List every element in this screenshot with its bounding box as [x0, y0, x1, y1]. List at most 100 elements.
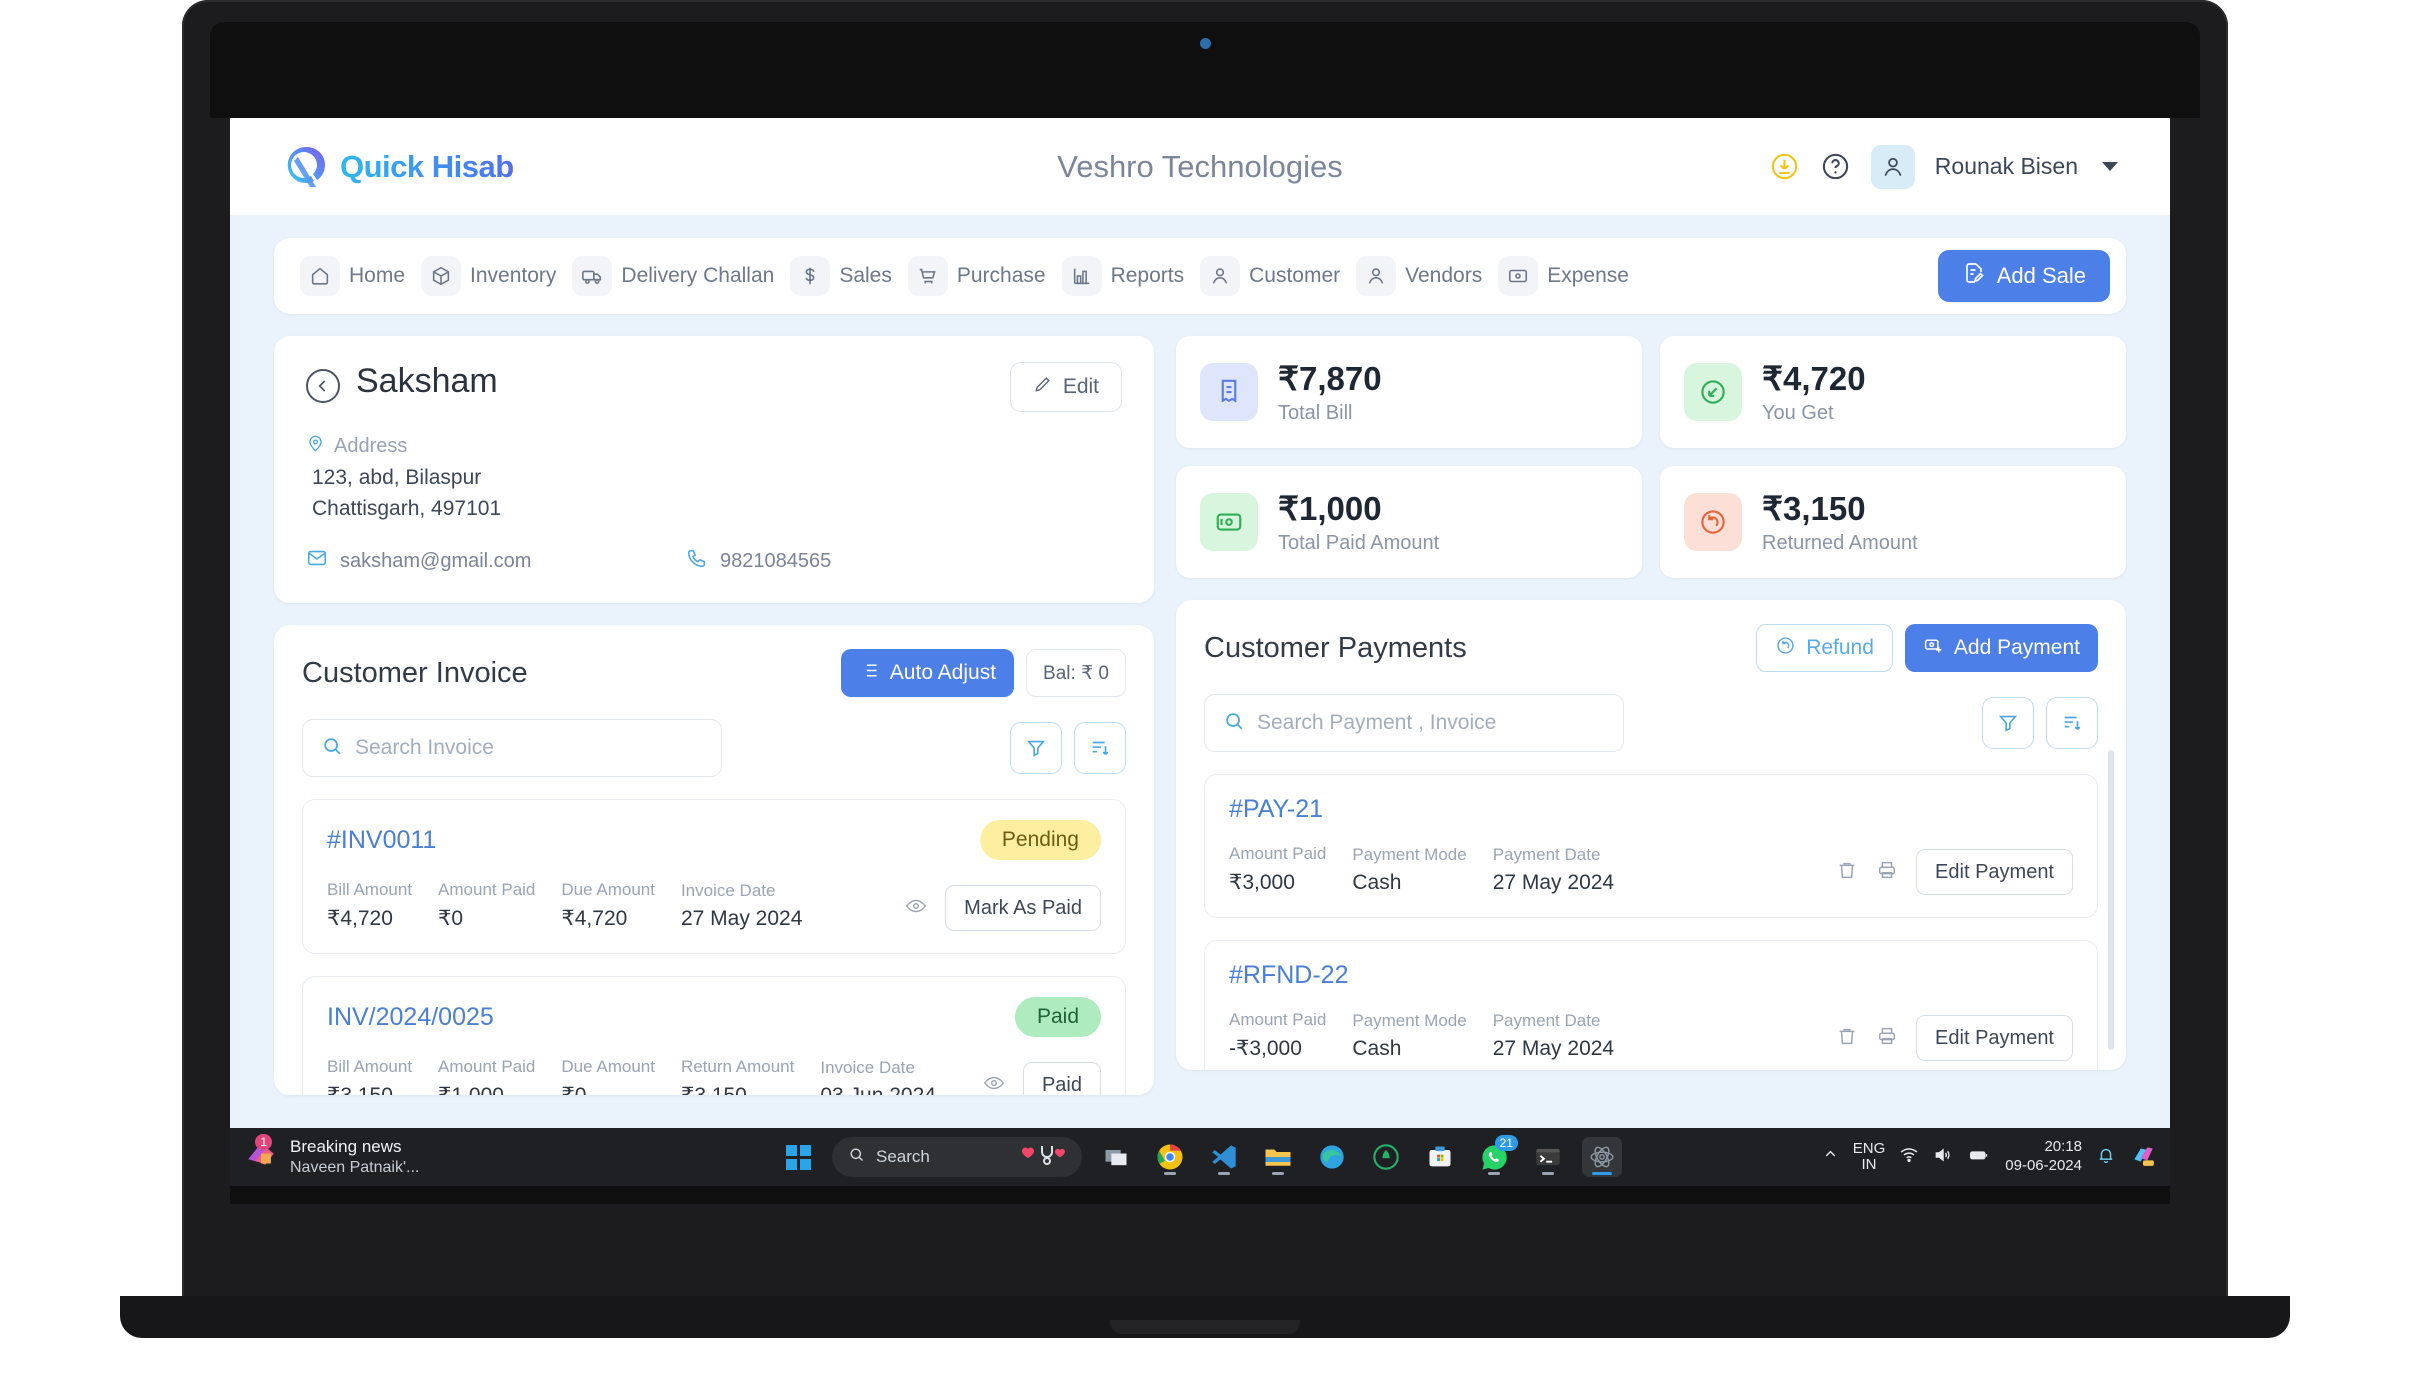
search-invoice-input[interactable] [355, 736, 703, 760]
clock[interactable]: 20:18 09-06-2024 [2005, 1138, 2082, 1176]
edit-button[interactable]: Edit [1009, 362, 1122, 412]
news-badge: 1 [255, 1133, 272, 1150]
download-circle-icon[interactable] [1769, 151, 1800, 182]
windows-start-icon[interactable] [778, 1137, 818, 1177]
electron-app-icon[interactable] [1582, 1137, 1622, 1177]
eye-icon[interactable] [905, 895, 927, 922]
terminal-icon[interactable] [1528, 1137, 1568, 1177]
nav-item-delivery-challan[interactable]: Delivery Challan [568, 252, 786, 300]
address-line-2: Chattisgarh, 497101 [312, 497, 502, 520]
copilot-icon[interactable] [2130, 1142, 2156, 1173]
quick-hisab-logo-icon [282, 143, 330, 191]
nav-item-reports[interactable]: Reports [1058, 252, 1197, 300]
field-value: -₹3,000 [1229, 1037, 1302, 1060]
invoice-id[interactable]: #INV0011 [327, 826, 436, 855]
stethoscope-hearts-icon [1022, 1142, 1066, 1173]
eye-icon[interactable] [983, 1072, 1005, 1096]
invoice-search-box[interactable] [302, 719, 722, 777]
field-label: Due Amount [561, 1057, 655, 1076]
add-sale-button[interactable]: Add Sale [1937, 250, 2110, 302]
payment-row-body: Amount Paid ₹3,000 Payment Mode Cash Pay… [1229, 844, 2073, 895]
whatsapp-icon[interactable]: 21 [1474, 1135, 1518, 1177]
edit-label: Edit [1062, 375, 1099, 398]
avatar[interactable] [1870, 144, 1915, 189]
language-indicator[interactable]: ENG IN [1853, 1140, 1886, 1174]
trash-icon[interactable] [1836, 1025, 1858, 1052]
stat-label: You Get [1762, 402, 1834, 424]
chevron-up-icon[interactable] [1822, 1146, 1839, 1168]
edit-payment-button[interactable]: Edit Payment [1916, 1015, 2073, 1061]
edit-payment-button[interactable]: Edit Payment [1916, 849, 2073, 895]
table-row[interactable]: #INV0011 Pending Bill Amount ₹4,720 Amou… [302, 799, 1126, 954]
brand-logo[interactable]: Quick Hisab [282, 143, 514, 191]
customer-email[interactable]: saksham@gmail.com [306, 547, 686, 575]
nav-item-home[interactable]: Home [296, 252, 417, 300]
task-view-icon[interactable] [1096, 1137, 1136, 1177]
payment-row-header: #RFND-22 [1229, 961, 2073, 990]
invoice-search-row [302, 719, 1126, 777]
table-row[interactable]: #RFND-22 Amount Paid -₹3,000 Payment Mod… [1204, 940, 2098, 1070]
trash-icon[interactable] [1836, 859, 1858, 886]
battery-icon[interactable] [1967, 1145, 1991, 1170]
payment-search-box[interactable] [1204, 694, 1624, 752]
filter-icon[interactable] [1010, 722, 1062, 774]
nav-item-expense[interactable]: Expense [1494, 252, 1641, 300]
edge-icon[interactable] [1312, 1137, 1352, 1177]
user-name[interactable]: Rounak Bisen [1935, 153, 2078, 180]
chevron-down-icon[interactable] [2102, 162, 2118, 171]
list-icon [859, 660, 880, 687]
green-app-icon[interactable] [1366, 1137, 1406, 1177]
volume-icon[interactable] [1933, 1145, 1953, 1170]
invoice-row-body: Bill Amount ₹3,150 Amount Paid ₹1,000 Du… [327, 1057, 1101, 1095]
field-label: Amount Paid [438, 1057, 536, 1076]
nav-item-customer[interactable]: Customer [1196, 252, 1352, 300]
field-label: Amount Paid [1229, 844, 1327, 863]
stat-value: ₹3,150 [1762, 490, 1866, 527]
field-value: Cash [1352, 871, 1402, 894]
app-screen: Quick Hisab Veshro Technologies Rounak B… [230, 118, 2170, 1128]
vscode-icon[interactable] [1204, 1137, 1244, 1177]
microsoft-store-icon[interactable] [1420, 1137, 1460, 1177]
contact-row: saksham@gmail.com 9821084565 [306, 547, 1122, 575]
nav-item-inventory[interactable]: Inventory [417, 252, 568, 300]
filter-icon[interactable] [1982, 697, 2034, 749]
invoice-id[interactable]: INV/2024/0025 [327, 1003, 494, 1032]
file-explorer-icon[interactable] [1258, 1137, 1298, 1177]
chrome-icon[interactable] [1150, 1137, 1190, 1177]
sort-desc-icon[interactable] [1074, 722, 1126, 774]
mark-as-paid-button[interactable]: Mark As Paid [945, 885, 1101, 931]
payments-scrollbar[interactable] [2108, 750, 2114, 1050]
paid-button[interactable]: Paid [1022, 1062, 1101, 1095]
table-row[interactable]: INV/2024/0025 Paid Bill Amount ₹3,150 Am… [302, 976, 1126, 1095]
search-payment-input[interactable] [1257, 711, 1605, 735]
nav-item-vendors[interactable]: Vendors [1352, 252, 1494, 300]
auto-adjust-button[interactable]: Auto Adjust [840, 649, 1015, 697]
payment-id[interactable]: #RFND-22 [1229, 961, 1348, 990]
field-payment-date: Payment Date 27 May 2024 [1493, 845, 1614, 895]
refund-button[interactable]: Refund [1756, 624, 1893, 672]
nav-item-sales[interactable]: Sales [786, 252, 904, 300]
customer-phone[interactable]: 9821084565 [686, 547, 831, 575]
pencil-icon [1033, 374, 1053, 400]
wallet-icon [1498, 256, 1539, 296]
arrow-left-circle-icon[interactable] [306, 369, 340, 403]
taskbar-search[interactable]: Search [832, 1137, 1082, 1177]
app-header: Quick Hisab Veshro Technologies Rounak B… [230, 118, 2170, 216]
address-label-row: Address [306, 434, 1122, 459]
payment-id[interactable]: #PAY-21 [1229, 795, 1323, 824]
printer-icon[interactable] [1876, 1025, 1898, 1052]
table-row[interactable]: #PAY-21 Amount Paid ₹3,000 Payment Mode … [1204, 774, 2098, 918]
nav-item-purchase[interactable]: Purchase [904, 252, 1058, 300]
wifi-icon[interactable] [1899, 1145, 1919, 1170]
customer-card-header: Saksham Edit [306, 362, 1122, 412]
news-text: Breaking news Naveen Patnaik'... [290, 1136, 419, 1177]
language-region: IN [1861, 1156, 1877, 1173]
balance-chip: Bal: ₹ 0 [1026, 649, 1126, 697]
bell-icon[interactable] [2096, 1145, 2116, 1170]
taskbar-news-widget[interactable]: 1 Breaking news Naveen Patnaik'... [244, 1133, 554, 1177]
add-payment-button[interactable]: Add Payment [1904, 624, 2098, 672]
field-label: Bill Amount [327, 880, 413, 899]
printer-icon[interactable] [1876, 859, 1898, 886]
sort-desc-icon[interactable] [2046, 697, 2098, 749]
help-circle-icon[interactable] [1820, 151, 1851, 182]
